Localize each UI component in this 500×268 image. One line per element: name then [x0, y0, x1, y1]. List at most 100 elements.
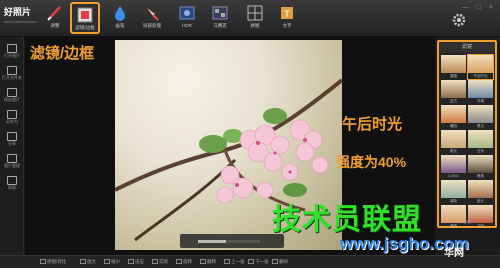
- bottom-tool-label: 原图/对比: [47, 259, 67, 264]
- filter-thumbnail-label: 复古: [450, 99, 457, 103]
- filter-thumbnail[interactable]: 暗角: [468, 155, 493, 179]
- filter-thumbnail-label: 胶片: [477, 199, 484, 203]
- sidebar-item-label: 图片管理: [4, 163, 20, 168]
- filter-panel: 滤镜 原图 午后时光 复古 冷调 暖阳 黑白 柔光 日系 LOMO 暗角 清新 胶片 晨曦 夕阳 边框: [437, 40, 497, 228]
- bottom-tool-button[interactable]: 下一张: [248, 259, 269, 265]
- tool-mosaic-button[interactable]: 马赛克: [205, 2, 235, 34]
- tool-text-button[interactable]: T 文字: [272, 2, 302, 34]
- filter-panel-footer[interactable]: 边框: [439, 218, 495, 226]
- filter-thumbnail[interactable]: 日系: [468, 130, 493, 154]
- bottom-tool-label: 旋转: [183, 259, 192, 264]
- bottom-tool-button[interactable]: 删除: [272, 259, 288, 265]
- brush-icon: [47, 6, 61, 21]
- bottom-tool-button[interactable]: 缩小: [104, 259, 120, 265]
- pin-icon: [147, 8, 159, 21]
- filter-thumbnail[interactable]: 冷调: [468, 80, 493, 104]
- text-icon: T: [281, 7, 293, 20]
- bottom-tool-button[interactable]: 实际: [152, 259, 168, 265]
- bottom-tool-button[interactable]: 上一张: [224, 259, 245, 265]
- sidebar-item-manage[interactable]: 图片管理: [2, 153, 22, 175]
- bottom-tool-button[interactable]: 翻转: [200, 259, 216, 265]
- filter-thumbnail-image: [468, 80, 493, 98]
- filter-thumbnail[interactable]: 午后时光: [467, 54, 494, 80]
- filter-thumbnail-label: 原图: [450, 74, 457, 78]
- tool-filter-frame-button[interactable]: 滤镜/边框: [70, 2, 100, 34]
- tool-label: 调整: [50, 23, 60, 28]
- player-controls[interactable]: [180, 234, 284, 248]
- filter-thumbnail-label: 午后时光: [473, 74, 488, 78]
- watermark-main: 技术员联盟: [272, 204, 423, 236]
- sidebar-item-open-folder[interactable]: 打开文件夹: [2, 65, 22, 87]
- save-as-icon: [7, 110, 17, 119]
- bottom-tool-label: 下一张: [255, 259, 269, 264]
- tool-label: 滤镜/边框: [75, 25, 95, 30]
- filter-thumbnail[interactable]: 黑白: [468, 105, 493, 129]
- filter-thumbnail[interactable]: 复古: [441, 80, 466, 104]
- sidebar-item-label: 帮助: [8, 185, 16, 190]
- filter-thumbnail[interactable]: 柔光: [441, 130, 466, 154]
- filter-thumbnail[interactable]: 原图: [441, 55, 466, 79]
- bottom-tool-label: 放大: [87, 259, 96, 264]
- bottom-tool-icon: [104, 259, 110, 265]
- sidebar-item-save[interactable]: 保存图片: [2, 87, 22, 109]
- tool-collage-button[interactable]: 拼图: [240, 2, 270, 34]
- tool-paint-button[interactable]: 画笔: [105, 2, 135, 34]
- filter-thumbnail-label: 柔光: [450, 149, 457, 153]
- sidebar-item-open-image[interactable]: 打开图片: [2, 43, 22, 65]
- gear-icon[interactable]: [451, 12, 467, 28]
- bottom-tool-icon: [224, 259, 230, 265]
- overlay-heading: 滤镜/边框: [30, 45, 95, 62]
- progress-track[interactable]: [198, 240, 260, 243]
- filter-thumbnail[interactable]: 暖阳: [441, 105, 466, 129]
- filter-thumbnail-label: LOMO: [448, 174, 459, 178]
- filter-panel-header: 滤镜: [439, 42, 495, 53]
- play-icon: [7, 66, 17, 75]
- folder-icon: [7, 44, 17, 53]
- filter-thumbnail-label: 清新: [450, 199, 457, 203]
- sidebar-item-share[interactable]: 分享: [2, 131, 22, 153]
- sidebar-item-help[interactable]: 帮助: [2, 175, 22, 197]
- bottom-tool-button[interactable]: 放大: [80, 259, 96, 265]
- bottom-tool-label: 删除: [279, 259, 288, 264]
- window-controls[interactable]: — □ ×: [462, 4, 496, 11]
- bottom-tool-icon: [152, 259, 158, 265]
- filter-thumbnail-image: [468, 155, 493, 173]
- bottom-tool-button[interactable]: 原图/对比: [40, 259, 66, 265]
- overlay-filter-name: 午后时光: [342, 116, 403, 133]
- tool-local-button[interactable]: 局部处理: [137, 2, 167, 34]
- sidebar-item-label: 另存为: [6, 119, 18, 124]
- tool-adjust-button[interactable]: 调整: [40, 2, 70, 34]
- share-icon: [7, 132, 17, 141]
- bottom-tool-button[interactable]: 旋转: [176, 259, 192, 265]
- sidebar-item-label: 打开文件夹: [2, 75, 22, 80]
- tool-label: 马赛克: [213, 23, 227, 28]
- filter-thumbnail-image: [441, 155, 466, 173]
- tool-label: HDR: [182, 23, 192, 28]
- filter-thumbnail-label: 暖阳: [450, 124, 457, 128]
- bottom-toolbar: 原图/对比 放大 缩小 适应 实际 旋转 翻转 上一张 下一张 删除: [0, 255, 500, 268]
- app-logo-subtitle: www.haozhaopian.net: [4, 19, 38, 24]
- filter-thumbnail-label: 日系: [477, 149, 484, 153]
- filter-thumbnail-image: [441, 130, 466, 148]
- drop-icon: [115, 6, 125, 21]
- bottom-tool-label: 上一张: [231, 259, 245, 264]
- bottom-tool-icon: [248, 259, 254, 265]
- left-sidebar: 打开图片 打开文件夹 保存图片 另存为 分享 图片管理 帮助: [0, 37, 24, 255]
- filter-thumbnail-image: [441, 55, 466, 73]
- filter-thumbnail[interactable]: 胶片: [468, 180, 493, 204]
- filter-thumbnail-label: 冷调: [477, 99, 484, 103]
- bottom-tool-icon: [128, 259, 134, 265]
- hdr-icon: [179, 6, 195, 20]
- sidebar-item-save-as[interactable]: 另存为: [2, 109, 22, 131]
- filter-thumbnail[interactable]: 清新: [441, 180, 466, 204]
- filter-thumbnail-image: [468, 55, 493, 73]
- filter-thumbnail[interactable]: LOMO: [441, 155, 466, 179]
- bottom-tool-label: 缩小: [111, 259, 120, 264]
- bottom-tool-label: 适应: [135, 259, 144, 264]
- bottom-tool-button[interactable]: 适应: [128, 259, 144, 265]
- tool-hdr-button[interactable]: HDR: [172, 2, 202, 34]
- tool-label: 局部处理: [143, 23, 161, 28]
- sidebar-item-label: 打开图片: [4, 53, 20, 58]
- sidebar-item-label: 保存图片: [4, 97, 20, 102]
- overlay-strength: 强度为40%: [336, 154, 407, 170]
